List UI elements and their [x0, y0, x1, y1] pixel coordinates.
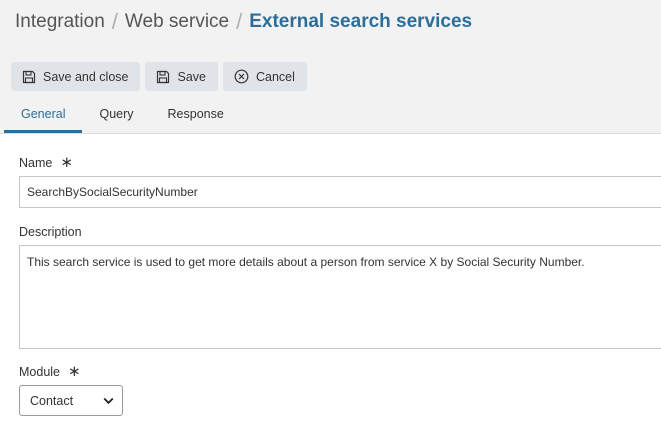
cancel-button[interactable]: Cancel — [222, 62, 307, 91]
module-label-text: Module — [19, 364, 60, 379]
circle-x-icon — [234, 69, 249, 84]
breadcrumb-web-service[interactable]: Web service — [125, 11, 229, 33]
save-and-close-label: Save and close — [43, 69, 129, 84]
cancel-label: Cancel — [255, 69, 295, 84]
description-textarea[interactable]: This search service is used to get more … — [19, 245, 661, 349]
name-label-text: Name — [19, 155, 53, 170]
floppy-disk-icon — [156, 70, 170, 84]
save-label: Save — [177, 69, 206, 84]
toolbar: Save and close Save Cancel — [11, 62, 307, 91]
breadcrumb-integration[interactable]: Integration — [15, 11, 105, 33]
description-label: Description — [19, 225, 82, 239]
chevron-down-icon — [103, 394, 114, 408]
tab-bar: General Query Response — [4, 98, 241, 133]
breadcrumb-separator: / — [111, 9, 118, 34]
save-and-close-button[interactable]: Save and close — [11, 62, 141, 91]
required-asterisk: ∗ — [60, 154, 73, 171]
required-asterisk: ∗ — [68, 363, 81, 380]
description-label-text: Description — [19, 225, 82, 239]
page-title: External search services — [249, 11, 473, 32]
breadcrumb: Integration / Web service / External sea… — [15, 9, 472, 35]
name-input[interactable] — [19, 176, 661, 208]
tab-response[interactable]: Response — [151, 98, 241, 133]
name-label: Name ∗ — [19, 155, 73, 170]
floppy-disk-icon — [22, 70, 36, 84]
module-label: Module ∗ — [19, 364, 81, 379]
header-area: Integration / Web service / External sea… — [0, 0, 661, 134]
save-button[interactable]: Save — [145, 62, 218, 91]
tab-query[interactable]: Query — [82, 98, 150, 133]
tab-general[interactable]: General — [4, 98, 83, 133]
module-select[interactable]: Contact — [19, 385, 123, 416]
breadcrumb-separator: / — [236, 9, 243, 34]
module-select-value: Contact — [30, 393, 74, 408]
